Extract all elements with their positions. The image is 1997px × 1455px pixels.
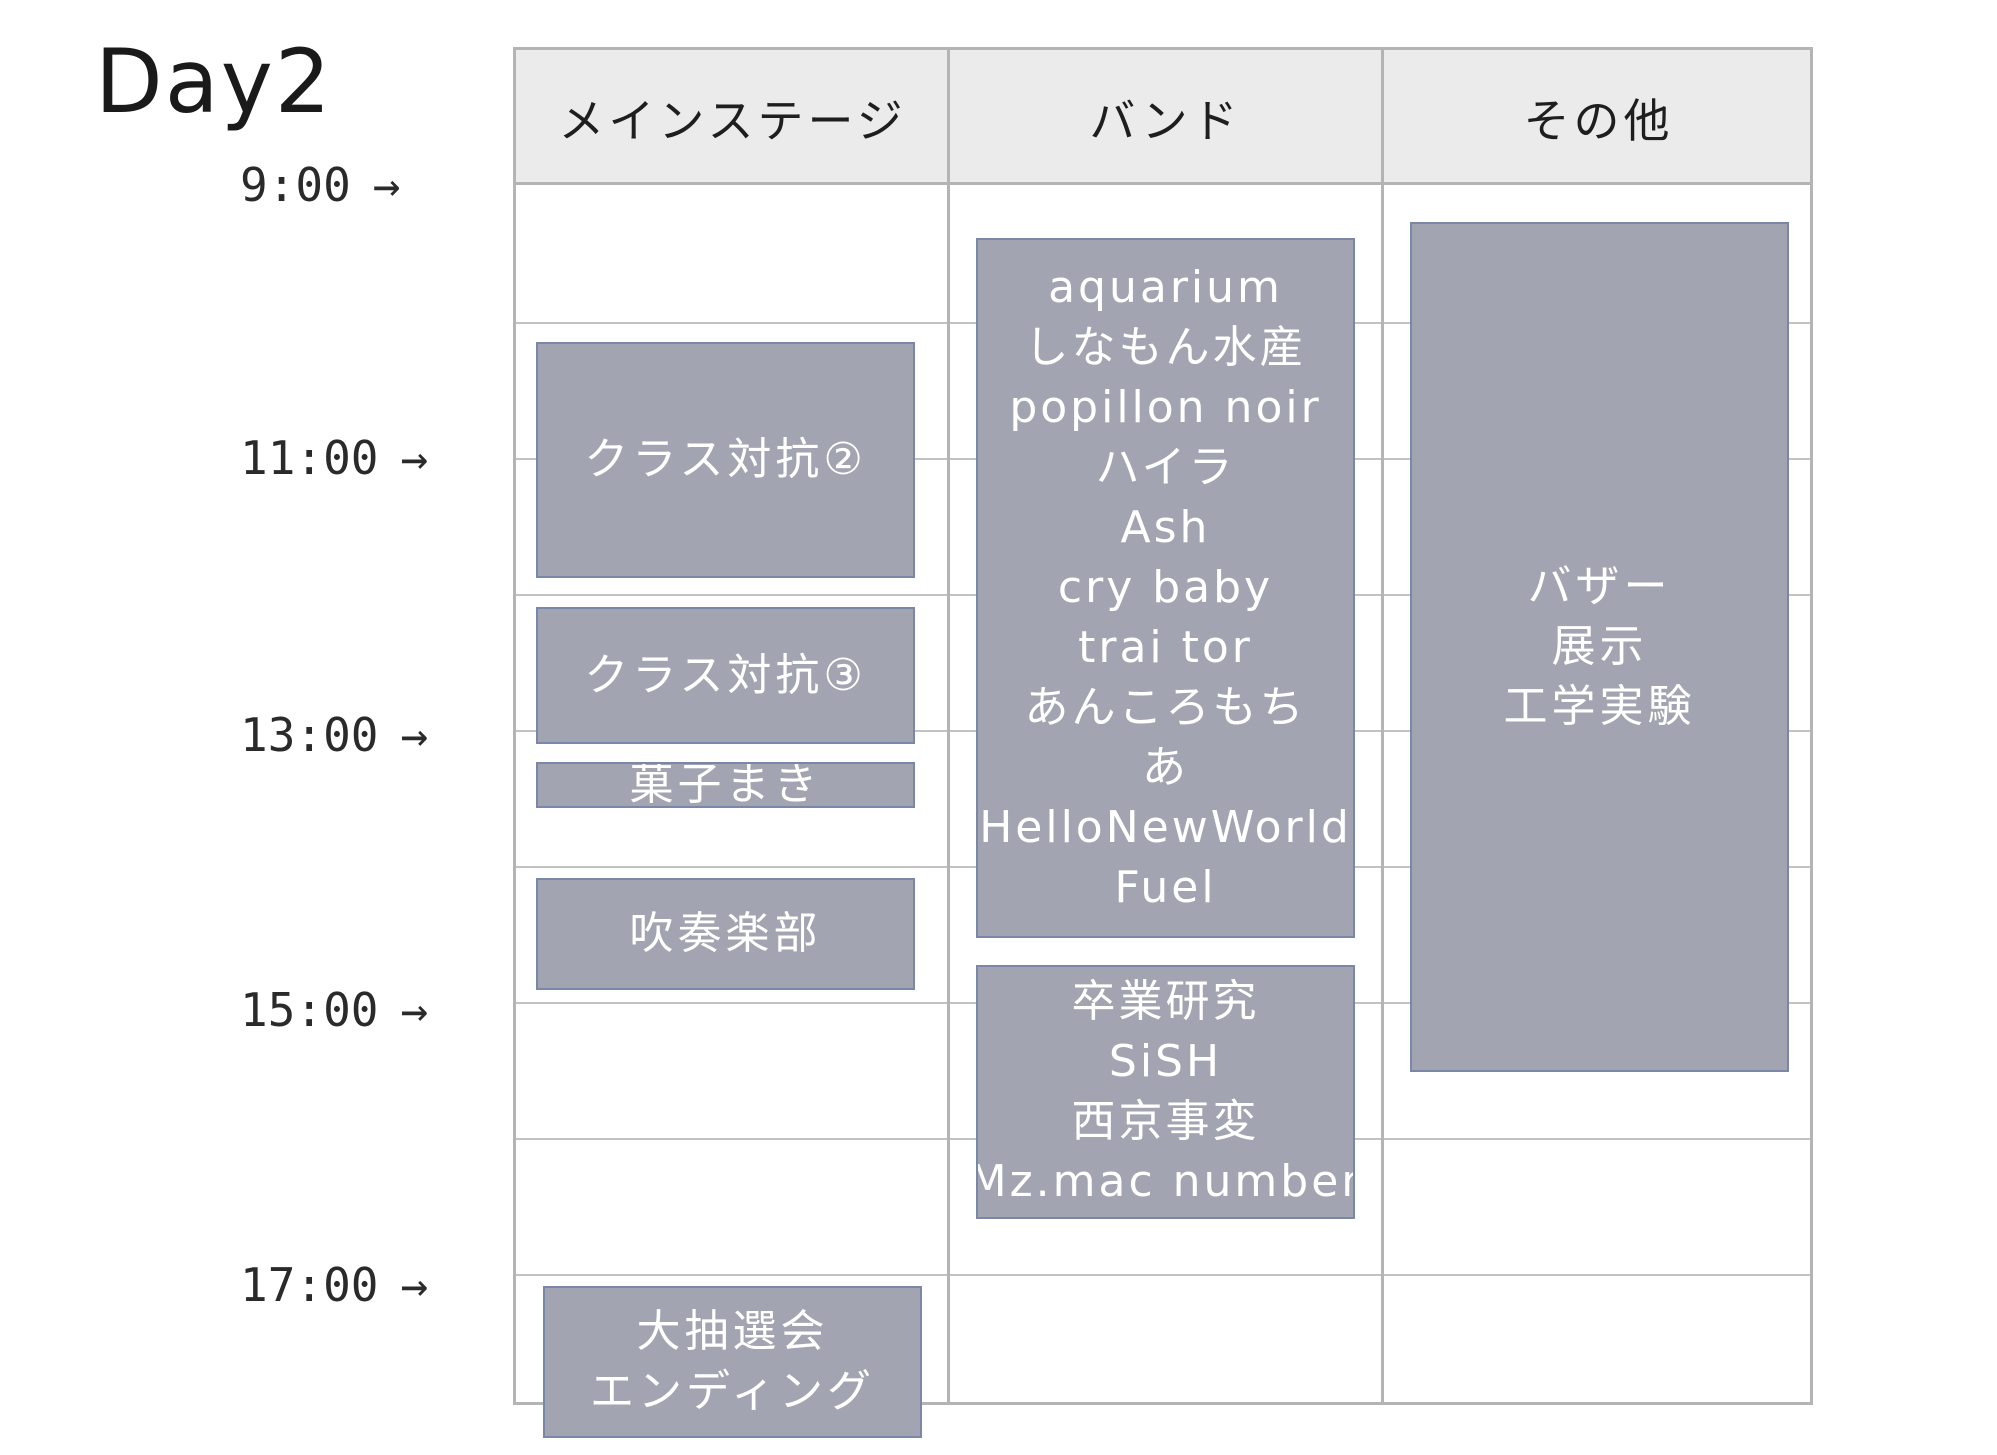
right-arrow-icon: → [400,1258,429,1312]
schedule-canvas: Day2 9:00 → 11:00 → 13:00 → 15:00 → 17:00 → メ… [0,0,1997,1455]
day-title: Day2 [95,30,333,133]
time-label-1500: 15:00 → [240,987,500,1033]
event-band-block-1[interactable]: aquarium しなもん水産 popillon noir ハイラ Ash cr… [976,238,1355,938]
time-text: 9:00 [240,158,351,212]
event-label: エンディング [590,1366,875,1417]
event-lottery-ending[interactable]: 大抽選会 エンディング [543,1286,922,1438]
event-candy-toss[interactable]: 菓子まき [536,762,915,808]
band-name: ハイラ [1095,442,1236,493]
time-text: 11:00 [240,431,379,485]
band-name: 西京事変 [1071,1096,1260,1147]
band-name: 卒業研究 [1071,976,1260,1027]
event-label: クラス対抗② [584,434,867,485]
time-label-1300: 13:00 → [240,712,500,758]
event-label: 大抽選会 [636,1306,829,1357]
right-arrow-icon: → [400,708,429,762]
band-name: Ash [1120,502,1211,553]
band-name: aquarium [1048,262,1283,313]
event-label: 吹奏楽部 [629,908,822,959]
band-name: あんころもち [1024,682,1307,733]
event-label: 菓子まき [629,762,822,808]
time-label-1700: 17:00 → [240,1262,500,1308]
time-text: 17:00 [240,1258,379,1312]
column-header-other: その他 [1523,93,1674,148]
time-label-1100: 11:00 → [240,435,500,481]
event-bazaar-exhibit-lab[interactable]: バザー 展示 工学実験 [1410,222,1789,1072]
band-name: popillon noir [1009,382,1322,433]
grid-vline [1381,50,1384,1402]
band-name: Mz.mac number [976,1156,1355,1207]
band-name: trai tor [1078,622,1253,673]
grid-vline [947,50,950,1402]
event-class-match-3[interactable]: クラス対抗③ [536,607,915,744]
event-label: バザー [1527,561,1672,612]
band-name: あ [1142,742,1189,793]
band-name: cry baby [1057,562,1274,613]
band-name: Fuel [1114,862,1217,913]
event-label: 工学実験 [1503,681,1696,732]
column-header-band: バンド [1089,93,1242,148]
band-name: HelloNewWorld [979,802,1352,853]
time-label-0900: 9:00 → [240,162,500,208]
event-label: クラス対抗③ [584,649,867,701]
right-arrow-icon: → [400,983,429,1037]
column-header-main-stage: メインステージ [558,93,907,148]
grid-hline [516,1274,1810,1276]
band-name: SiSH [1108,1036,1223,1087]
time-text: 13:00 [240,708,379,762]
band-name: しなもん水産 [1024,322,1307,373]
event-brass-band[interactable]: 吹奏楽部 [536,878,915,990]
event-class-match-2[interactable]: クラス対抗② [536,342,915,578]
event-label: 展示 [1551,621,1648,672]
right-arrow-icon: → [400,431,429,485]
event-band-block-2[interactable]: 卒業研究 SiSH 西京事変 Mz.mac number [976,965,1355,1219]
right-arrow-icon: → [372,158,401,212]
time-text: 15:00 [240,983,379,1037]
